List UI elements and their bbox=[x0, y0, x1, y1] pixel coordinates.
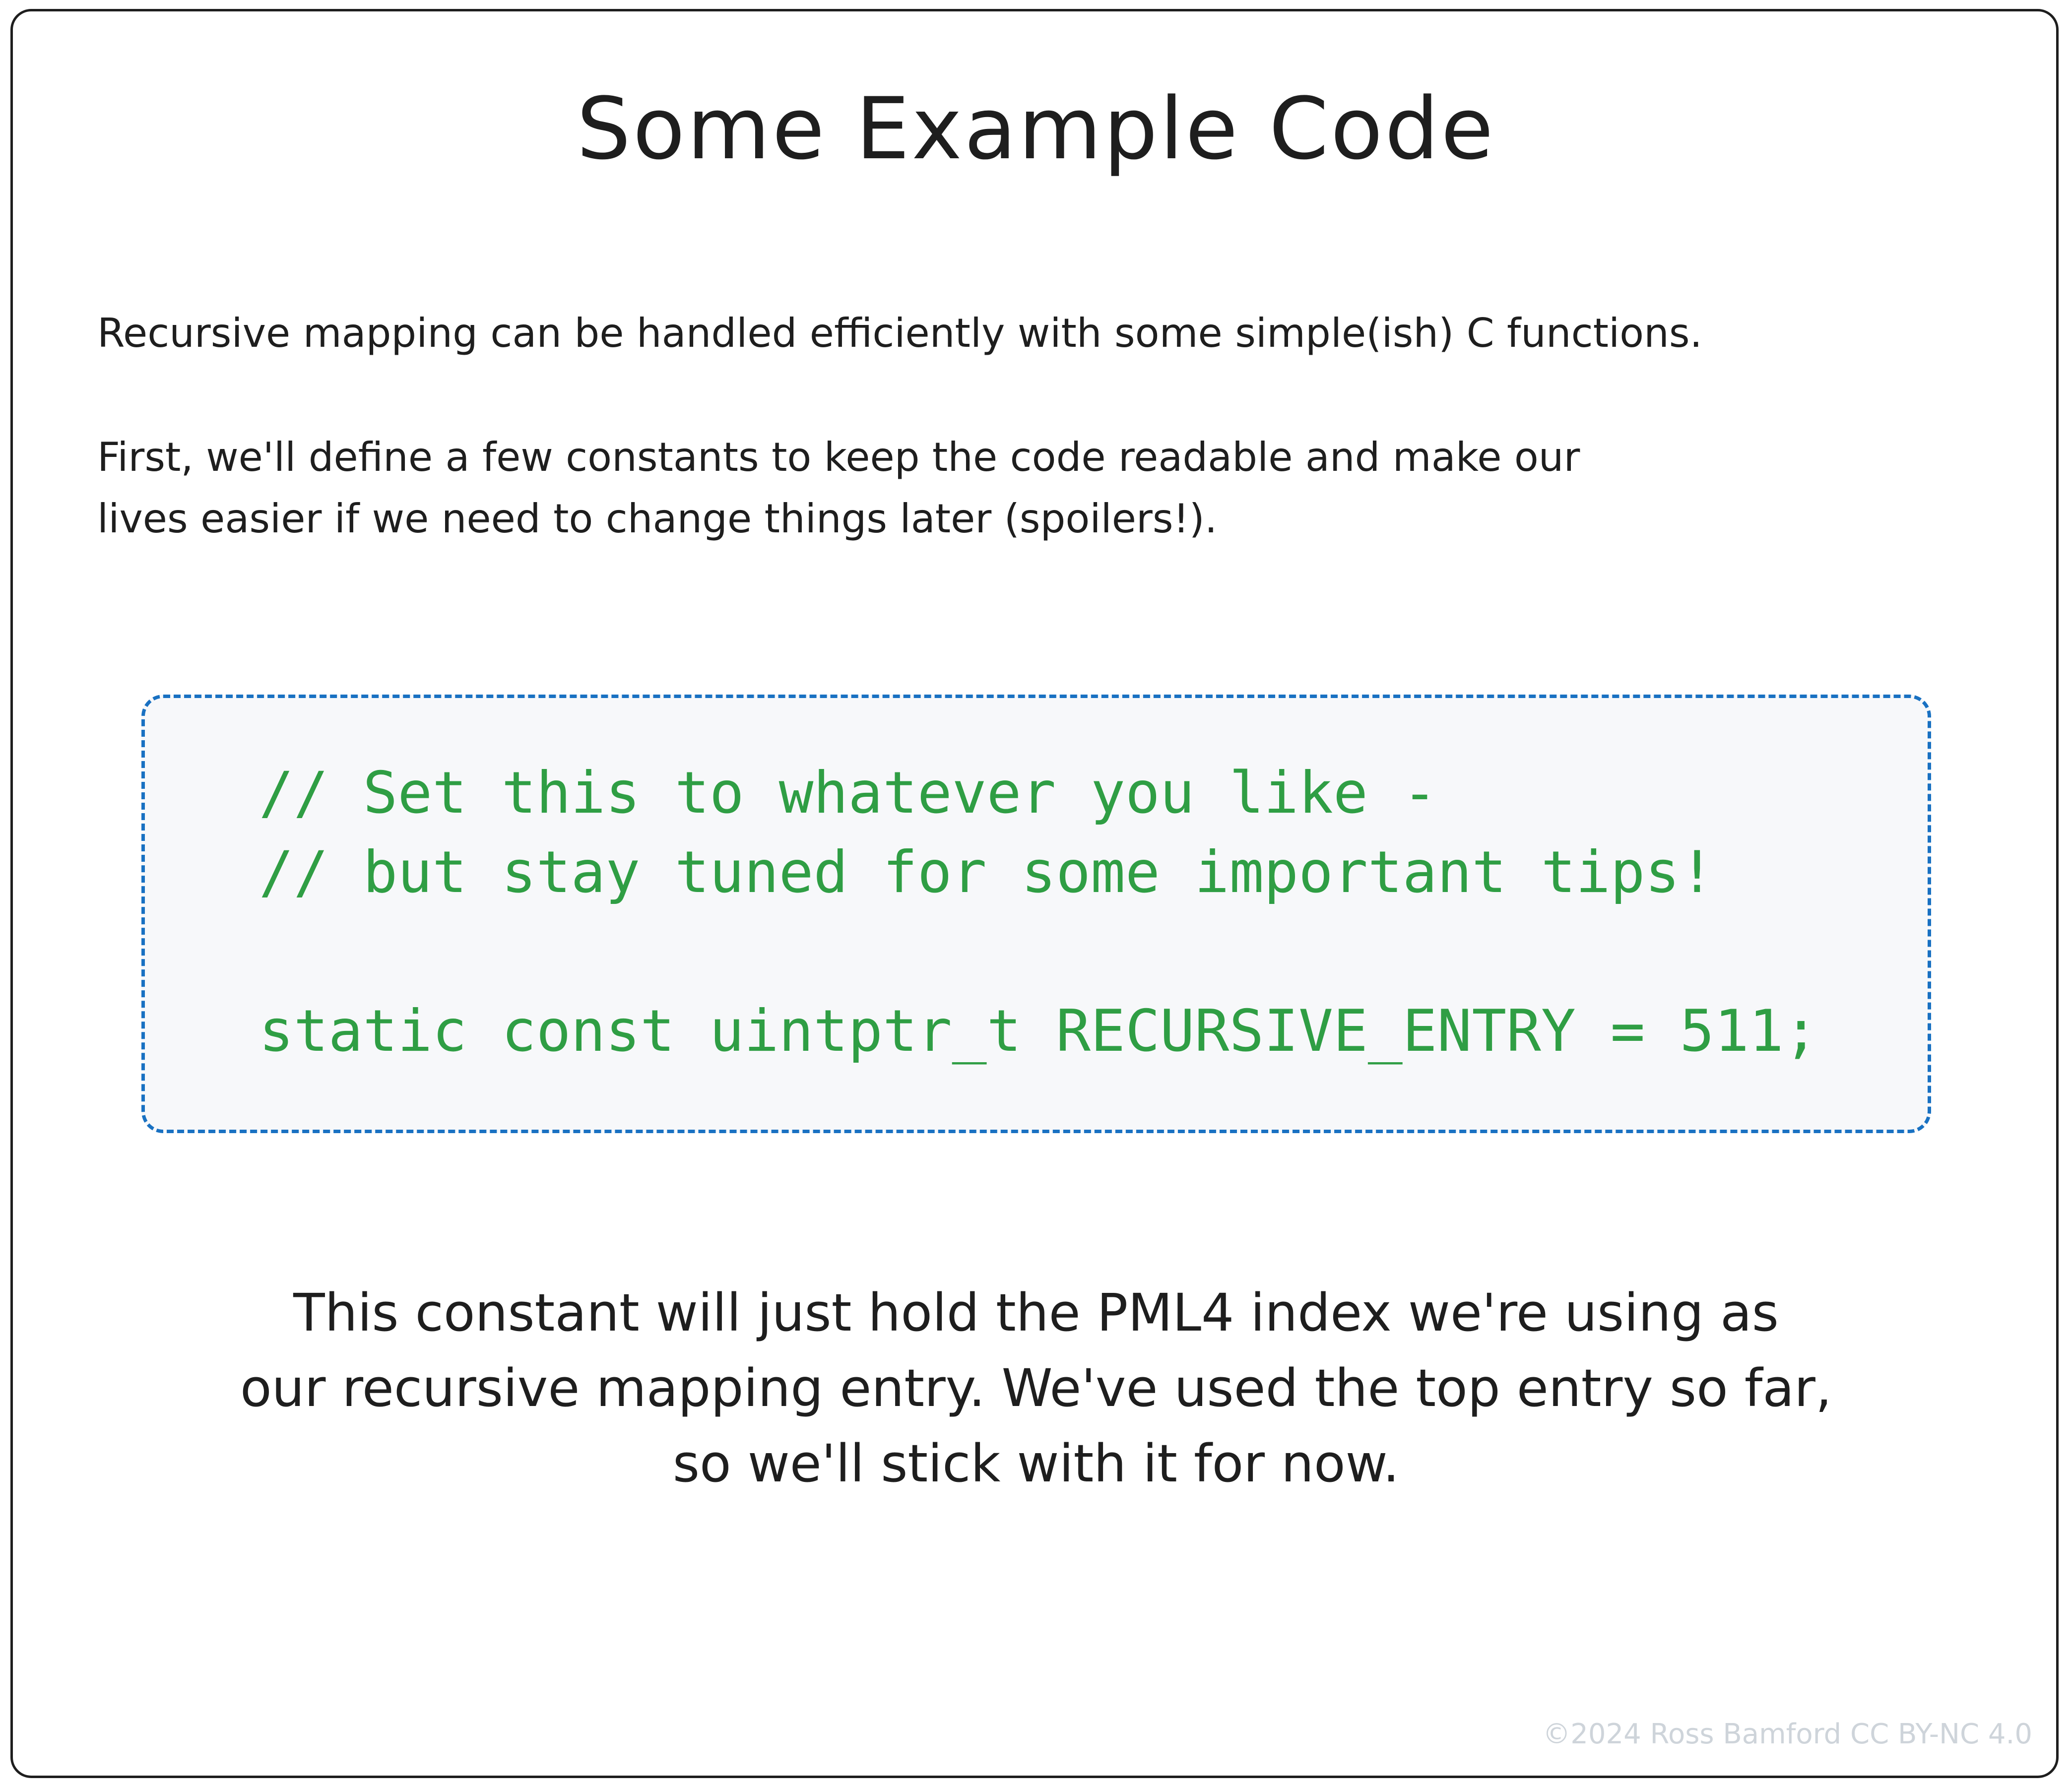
code-comment-line-2: // but stay tuned for some important tip… bbox=[259, 839, 1715, 906]
copyright-notice: ©2024 Ross Bamford CC BY-NC 4.0 bbox=[1543, 1718, 2032, 1750]
outro-paragraph: This constant will just hold the PML4 in… bbox=[65, 1275, 2007, 1501]
outro-line-3: so we'll stick with it for now. bbox=[672, 1433, 1400, 1494]
intro-paragraph-2-line-2: lives easier if we need to change things… bbox=[97, 496, 1218, 542]
outro-line-1: This constant will just hold the PML4 in… bbox=[293, 1282, 1779, 1343]
code-declaration-line: static const uintptr_t RECURSIVE_ENTRY =… bbox=[259, 998, 1818, 1065]
code-comment-line-1: // Set this to whatever you like - bbox=[259, 760, 1437, 827]
intro-paragraph-2: First, we'll define a few constants to k… bbox=[97, 427, 2012, 550]
intro-paragraph-2-line-1: First, we'll define a few constants to k… bbox=[97, 434, 1580, 480]
intro-paragraph-1: Recursive mapping can be handled efficie… bbox=[97, 310, 1702, 356]
page-title: Some Example Code bbox=[577, 79, 1495, 179]
code-block: // Set this to whatever you like - // bu… bbox=[141, 695, 1931, 1133]
outro-line-2: our recursive mapping entry. We've used … bbox=[240, 1358, 1832, 1418]
